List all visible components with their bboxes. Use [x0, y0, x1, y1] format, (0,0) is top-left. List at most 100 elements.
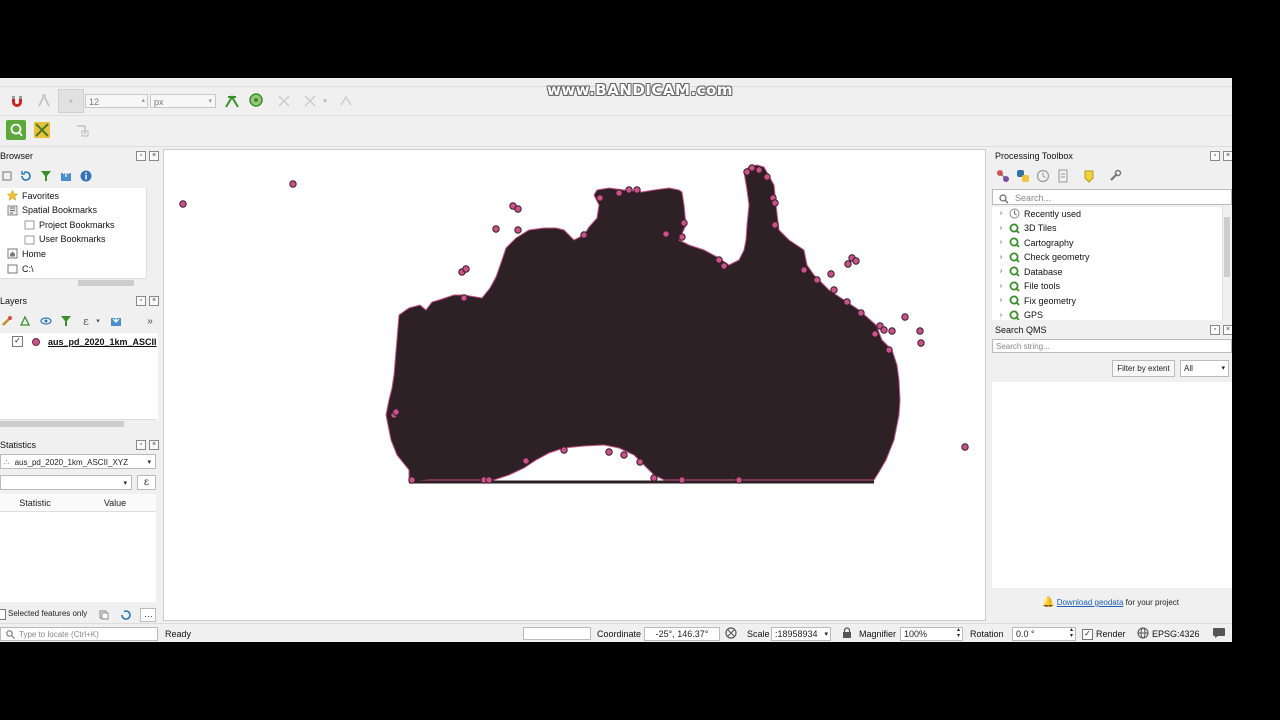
column-header-statistic[interactable]: Statistic: [0, 498, 70, 508]
filter-by-extent-button[interactable]: Filter by extent: [1112, 360, 1175, 377]
close-panel-icon[interactable]: ×: [149, 296, 159, 306]
collapse-all-icon[interactable]: [58, 166, 74, 186]
scale-select[interactable]: :18958934 ▾: [771, 627, 831, 641]
filter-icon[interactable]: [38, 166, 54, 186]
processing-search-icon[interactable]: [6, 120, 26, 140]
coordinate-input[interactable]: -25°, 146.37°: [644, 627, 720, 641]
expand-arrow-icon[interactable]: ›: [997, 312, 1005, 319]
browser-item[interactable]: User Bookmarks: [24, 234, 106, 245]
trace-icon[interactable]: [300, 91, 320, 111]
digitize-shape-icon[interactable]: [72, 120, 92, 140]
selected-only-checkbox[interactable]: [0, 609, 6, 620]
expand-arrow-icon[interactable]: ›: [997, 239, 1005, 246]
float-panel-icon[interactable]: ▫: [136, 296, 146, 306]
close-panel-icon[interactable]: ×: [1223, 325, 1232, 335]
processing-item[interactable]: › 3D Tiles: [997, 223, 1057, 234]
history-icon[interactable]: [1035, 166, 1051, 186]
self-snapping-icon[interactable]: [274, 91, 294, 111]
processing-item[interactable]: › GPS: [997, 310, 1043, 320]
browser-item[interactable]: › C:\: [0, 263, 34, 274]
expand-arrow-icon[interactable]: ›: [997, 268, 1005, 275]
processing-item[interactable]: › Cartography: [997, 237, 1074, 248]
close-panel-icon[interactable]: ×: [1223, 151, 1232, 161]
tolerance-input[interactable]: 12 ▴: [85, 94, 148, 108]
info-icon[interactable]: [78, 166, 94, 186]
expand-all-icon[interactable]: [108, 311, 124, 331]
browser-item[interactable]: › Spatial Bookmarks: [0, 205, 97, 216]
statistics-layer-select[interactable]: ∴ aus_pd_2020_1km_ASCII_XYZ ▾: [0, 454, 156, 469]
expand-arrow-icon[interactable]: ›: [997, 283, 1005, 290]
processing-item[interactable]: › Database: [997, 266, 1063, 277]
processing-item[interactable]: › Fix geometry: [997, 295, 1076, 306]
close-panel-icon[interactable]: ×: [149, 151, 159, 161]
add-selected-layers-icon[interactable]: [0, 166, 14, 186]
processing-item[interactable]: › Check geometry: [997, 252, 1090, 263]
spinner-icon[interactable]: ▴ ▾: [957, 627, 960, 639]
snapping-mode-button[interactable]: [58, 89, 84, 113]
manage-visibility-icon[interactable]: [38, 311, 54, 331]
snapping-type-icon[interactable]: [34, 91, 54, 111]
rotation-input[interactable]: 0.0 ° ▴ ▾: [1012, 627, 1076, 641]
float-panel-icon[interactable]: ▫: [1210, 325, 1220, 335]
snapping-intersection-icon[interactable]: [246, 91, 266, 111]
render-checkbox[interactable]: ✓: [1082, 629, 1093, 640]
options-wrench-icon[interactable]: [1107, 166, 1123, 186]
add-group-icon[interactable]: [17, 311, 33, 331]
browser-item[interactable]: Project Bookmarks: [24, 219, 115, 230]
plugin-tool-icon[interactable]: [32, 120, 52, 140]
style-brush-icon[interactable]: [0, 311, 14, 331]
float-panel-icon[interactable]: ▫: [1210, 151, 1220, 161]
expand-arrow-icon[interactable]: ›: [997, 210, 1005, 217]
expand-arrow-icon[interactable]: ›: [997, 297, 1005, 304]
more-tools-icon[interactable]: »: [142, 311, 158, 331]
snapping-magnet-icon[interactable]: [7, 91, 27, 111]
layer-item[interactable]: ✓ aus_pd_2020_1km_ASCII: [12, 336, 157, 347]
spinner-icon[interactable]: ▴: [141, 94, 145, 108]
browser-scrollbar[interactable]: [146, 188, 156, 278]
filter-expression-icon[interactable]: ε: [78, 311, 94, 331]
close-panel-icon[interactable]: ×: [149, 440, 159, 450]
expand-arrow-icon[interactable]: ›: [997, 254, 1005, 261]
topological-editing-icon[interactable]: [222, 91, 242, 111]
locator-input[interactable]: Type to locate (Ctrl+K): [0, 627, 158, 641]
spinner-icon[interactable]: ▴ ▾: [1070, 627, 1073, 639]
results-viewer-icon[interactable]: [1055, 166, 1071, 186]
chevron-down-icon[interactable]: ▾: [320, 91, 330, 111]
models-icon[interactable]: [995, 166, 1011, 186]
download-geodata-link[interactable]: Download geodata: [1057, 598, 1124, 607]
qms-search-input[interactable]: Search string...: [992, 339, 1232, 353]
qms-filter-select[interactable]: All ▾: [1180, 360, 1229, 377]
python-icon[interactable]: [1015, 166, 1031, 186]
float-panel-icon[interactable]: ▫: [136, 151, 146, 161]
lock-scale-icon[interactable]: [839, 624, 855, 642]
crs-globe-icon[interactable]: [1135, 624, 1151, 642]
expression-builder-button[interactable]: ε: [137, 475, 156, 490]
processing-item[interactable]: › File tools: [997, 281, 1060, 292]
edit-features-in-place-icon[interactable]: [1081, 166, 1097, 186]
filter-legend-icon[interactable]: [58, 311, 74, 331]
chevron-down-icon[interactable]: ▾: [93, 311, 103, 331]
unit-select[interactable]: px ▾: [150, 94, 216, 108]
browser-item[interactable]: Favorites: [0, 190, 59, 201]
expand-arrow-icon[interactable]: ›: [0, 265, 3, 272]
layers-hscrollbar[interactable]: [0, 419, 156, 429]
refresh-icon[interactable]: [18, 166, 34, 186]
layer-visibility-checkbox[interactable]: ✓: [12, 336, 23, 347]
toggle-extents-icon[interactable]: [723, 624, 739, 642]
more-options-button[interactable]: …: [140, 608, 156, 622]
processing-scrollbar[interactable]: [1222, 207, 1232, 320]
expand-arrow-icon[interactable]: ›: [0, 250, 3, 257]
float-panel-icon[interactable]: ▫: [136, 440, 146, 450]
processing-search-input[interactable]: Search...: [992, 189, 1232, 205]
magnifier-input[interactable]: 100% ▴ ▾: [900, 627, 963, 641]
messages-icon[interactable]: [1210, 624, 1228, 642]
map-canvas[interactable]: [163, 149, 986, 621]
statistics-field-select[interactable]: ▾: [0, 475, 132, 490]
browser-hscrollbar[interactable]: [0, 278, 146, 288]
expand-arrow-icon[interactable]: ›: [0, 207, 3, 214]
crs-label[interactable]: EPSG:4326: [1152, 629, 1200, 639]
vertex-tool-icon[interactable]: [336, 91, 356, 111]
processing-item[interactable]: › Recently used: [997, 208, 1081, 219]
browser-item[interactable]: › Home: [0, 248, 46, 259]
expand-arrow-icon[interactable]: ›: [997, 225, 1005, 232]
